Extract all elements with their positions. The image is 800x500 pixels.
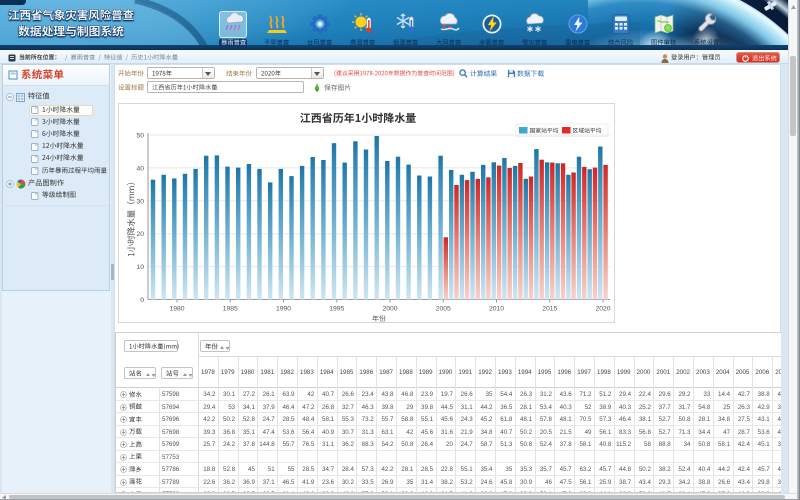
svg-text:20: 20 — [136, 231, 144, 238]
svg-text:2000: 2000 — [382, 306, 397, 313]
svg-text:0: 0 — [140, 297, 144, 304]
svg-text:10: 10 — [136, 264, 144, 271]
svg-text:50: 50 — [136, 133, 144, 140]
svg-text:30: 30 — [136, 198, 144, 205]
svg-text:1985: 1985 — [223, 306, 238, 313]
svg-text:1990: 1990 — [276, 306, 291, 313]
svg-text:2020: 2020 — [595, 306, 610, 313]
svg-text:1980: 1980 — [169, 306, 184, 313]
svg-text:40: 40 — [136, 165, 144, 172]
svg-text:2010: 2010 — [489, 306, 504, 313]
svg-text:1995: 1995 — [329, 306, 344, 313]
svg-text:2005: 2005 — [436, 306, 451, 313]
svg-text:2015: 2015 — [542, 306, 557, 313]
